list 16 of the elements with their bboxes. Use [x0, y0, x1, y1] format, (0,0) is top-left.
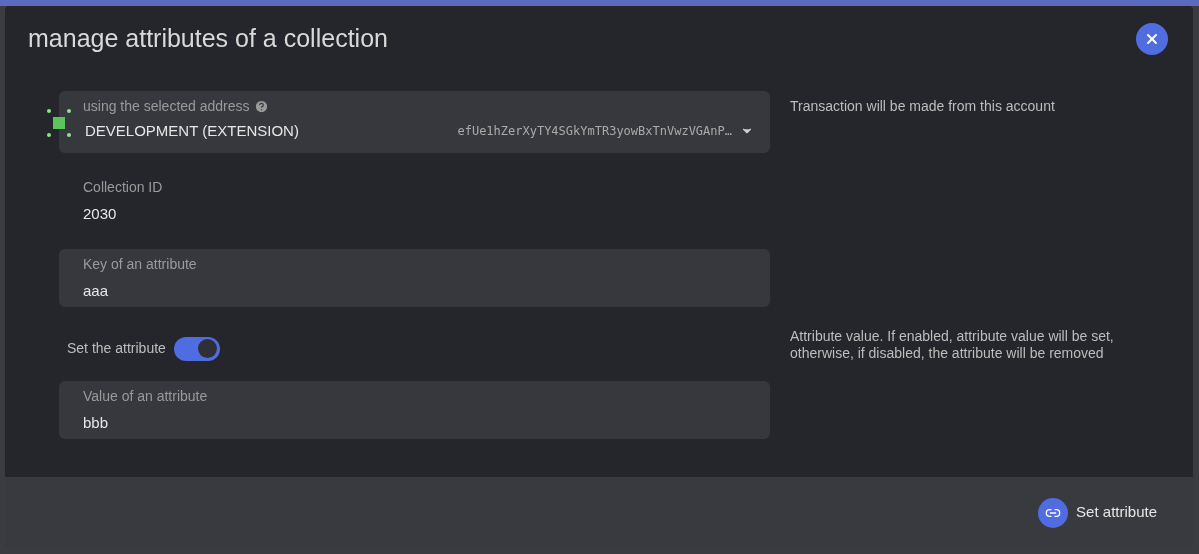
- collection-id-value: 2030: [83, 203, 118, 224]
- account-address: efUe1hZerXyTY4SGkYmTR3yowBxTnVwzVGAnP…: [457, 122, 732, 140]
- field-label: using the selected address: [83, 96, 250, 116]
- field-label: Collection ID: [83, 177, 164, 197]
- account-name: DEVELOPMENT (EXTENSION): [85, 120, 299, 141]
- set-attribute-button[interactable]: Set attribute: [1038, 497, 1157, 528]
- toggle-switch[interactable]: [173, 336, 220, 361]
- key-input-field[interactable]: Key of an attribute aaa: [59, 248, 770, 307]
- help-text: Attribute value. If enabled, attribute value will be set, otherwise, if disabled, the attribute will be removed: [790, 327, 1115, 362]
- toggle-label: Set the attribute: [67, 339, 166, 358]
- help-text: Transaction will be made from this account: [790, 96, 1056, 116]
- close-button[interactable]: [1136, 22, 1168, 55]
- account-selector[interactable]: using the selected address DEVELOPMENT (EXTENSION) efUe1hZerXyTY4SGkYmTR3yowBxTnVwzVGAnP…: [59, 90, 770, 153]
- help-icon: [253, 98, 269, 114]
- modal-title: manage attributes of a collection: [28, 23, 388, 54]
- value-input-field[interactable]: Value of an attribute bbb: [59, 380, 770, 439]
